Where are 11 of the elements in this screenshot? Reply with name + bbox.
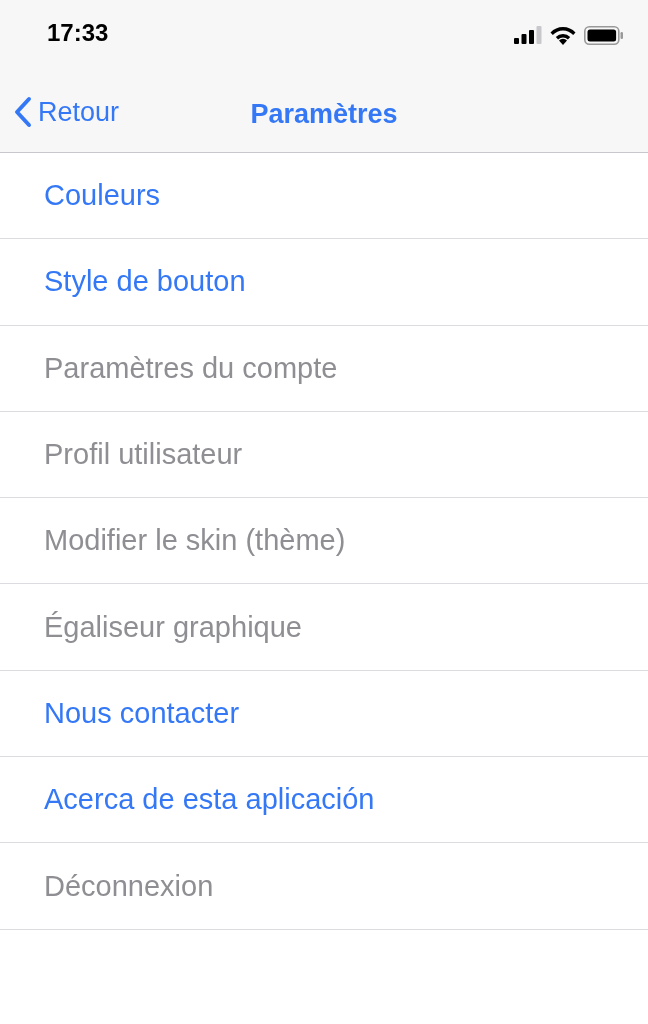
wifi-icon	[550, 25, 576, 45]
signal-icon	[514, 26, 542, 44]
battery-icon	[584, 25, 624, 45]
chevron-left-icon	[14, 96, 32, 128]
menu-item[interactable]: Acerca de esta aplicación	[44, 783, 375, 817]
menu-item[interactable]: Style de bouton	[44, 265, 246, 299]
status-time: 17:33	[47, 19, 109, 47]
back-button[interactable]: Retour	[14, 96, 120, 128]
menu-item[interactable]: Nous contacter	[44, 696, 240, 730]
page-title: Paramètres	[250, 98, 398, 130]
menu-item[interactable]: Couleurs	[44, 179, 161, 213]
